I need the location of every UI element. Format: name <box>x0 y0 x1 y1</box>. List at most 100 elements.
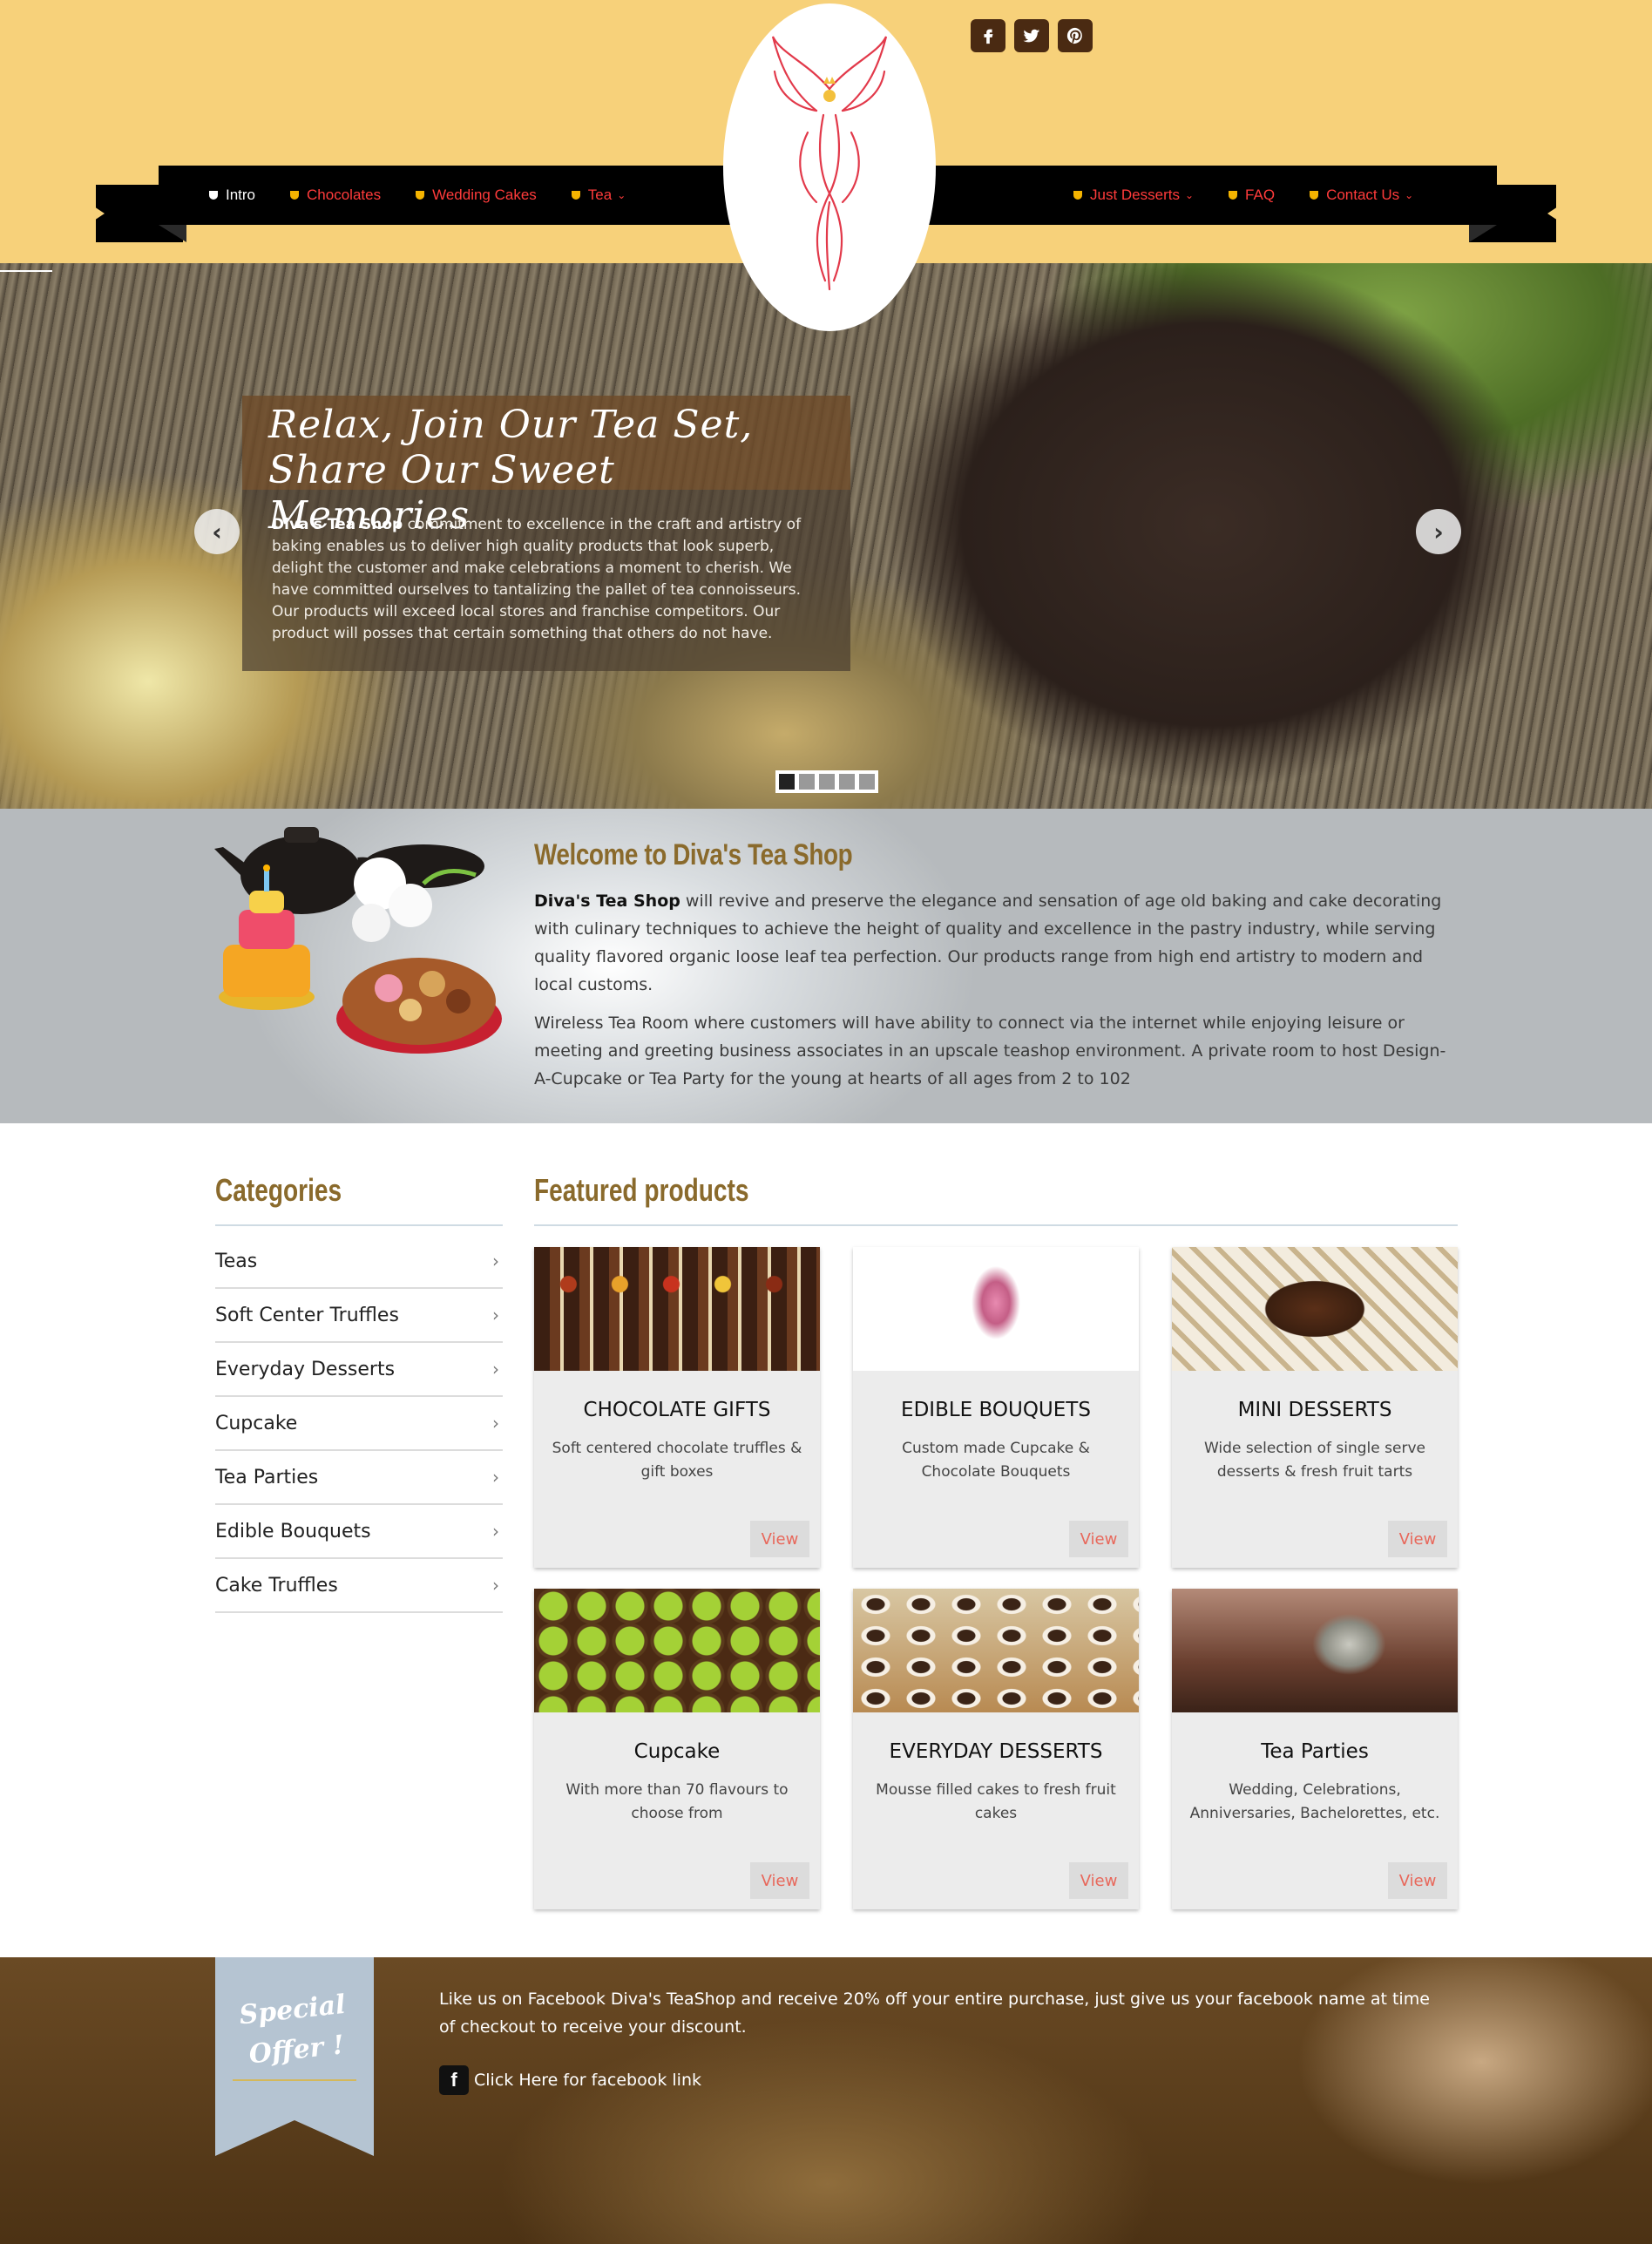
teacup-icon <box>571 191 580 200</box>
category-item-tea-parties[interactable]: Tea Parties › <box>215 1451 503 1505</box>
slider-dot[interactable] <box>799 774 815 790</box>
category-item-cupcake[interactable]: Cupcake › <box>215 1397 503 1451</box>
facebook-icon: f <box>439 2065 469 2095</box>
nav-item-label: Intro <box>226 186 256 203</box>
product-image[interactable] <box>853 1589 1139 1712</box>
facebook-link-label: Click Here for facebook link <box>474 2071 701 2090</box>
slider-next-button[interactable]: › <box>1416 509 1461 554</box>
product-image[interactable] <box>534 1589 820 1712</box>
view-button[interactable]: View <box>1069 1862 1128 1899</box>
category-label: Cake Truffles <box>215 1574 338 1597</box>
teacup-icon <box>1310 191 1319 200</box>
product-image[interactable] <box>534 1247 820 1371</box>
product-card-chocolate-gifts: CHOCOLATE GIFTS Soft centered chocolate t… <box>534 1247 820 1568</box>
product-image[interactable] <box>1172 1589 1458 1712</box>
facebook-icon[interactable] <box>971 19 1005 52</box>
categories-title: Categories <box>215 1172 342 1208</box>
pinterest-icon[interactable] <box>1058 19 1093 52</box>
product-title: Tea Parties <box>1261 1740 1369 1763</box>
product-description: Mousse filled cakes to fresh fruit cakes <box>876 1781 1116 1822</box>
social-links <box>971 19 1093 52</box>
welcome-paragraph-2: Wireless Tea Room where customers will h… <box>534 1014 1446 1088</box>
nav-item-wedding-cakes[interactable]: Wedding Cakes <box>416 186 537 204</box>
category-item-teas[interactable]: Teas › <box>215 1235 503 1289</box>
product-description: Wide selection of single serve desserts … <box>1204 1440 1425 1481</box>
chevron-down-icon: ⌄ <box>617 189 626 201</box>
teapot-cake-image <box>214 827 502 1054</box>
welcome-title: Welcome to Diva's Tea Shop <box>534 838 853 871</box>
category-item-edible-bouquets[interactable]: Edible Bouquets › <box>215 1505 503 1559</box>
slider-dot[interactable] <box>839 774 855 790</box>
hero-brand: Diva's Tea Shop <box>272 516 403 533</box>
view-button[interactable]: View <box>1069 1521 1128 1557</box>
teacup-icon <box>290 191 300 200</box>
nav-right-group: Just Desserts ⌄ FAQ Contact Us ⌄ <box>1073 166 1413 225</box>
nav-left-group: Intro Chocolates Wedding Cakes Tea ⌄ <box>209 166 626 225</box>
slider-dot[interactable] <box>819 774 835 790</box>
site-logo[interactable] <box>723 3 936 331</box>
welcome-brand: Diva's Tea Shop <box>534 891 680 911</box>
nav-item-faq[interactable]: FAQ <box>1229 186 1275 204</box>
product-title: CHOCOLATE GIFTS <box>583 1399 771 1421</box>
slider-prev-button[interactable]: ‹ <box>194 509 240 554</box>
hero-text: Diva's Tea Shop commitment to excellence… <box>242 490 850 671</box>
welcome-body: Diva's Tea Shop will revive and preserve… <box>534 887 1458 1103</box>
product-title: EVERYDAY DESSERTS <box>889 1740 1103 1763</box>
special-offer-badge: Special Offer ! <box>215 1957 374 2156</box>
view-button[interactable]: View <box>750 1862 809 1899</box>
product-title: Cupcake <box>633 1740 721 1763</box>
product-description: With more than 70 flavours to choose fro… <box>565 1781 789 1822</box>
category-label: Cupcake <box>215 1412 298 1434</box>
nav-item-contact-us[interactable]: Contact Us ⌄ <box>1310 186 1413 204</box>
teacup-icon <box>1073 191 1082 200</box>
nav-item-tea[interactable]: Tea ⌄ <box>571 186 626 204</box>
categories-sidebar: Categories Teas › Soft Center Truffles › Eve… <box>215 1172 503 1613</box>
featured-products: Featured products CHOCOLATE GIFTS Soft ce… <box>534 1172 1458 1909</box>
product-card-edible-bouquets: EDIBLE BOUQUETS Custom made Cupcake & Cho… <box>853 1247 1139 1568</box>
product-card-tea-parties: Tea Parties Wedding, Celebrations, Annive… <box>1172 1589 1458 1909</box>
category-label: Everyday Desserts <box>215 1358 396 1380</box>
welcome-paragraph-1: Diva's Tea Shop will revive and preserve… <box>534 891 1442 994</box>
product-card-cupcake: Cupcake With more than 70 flavours to cho… <box>534 1589 820 1909</box>
site-header: Intro Chocolates Wedding Cakes Tea ⌄ Just De… <box>0 0 1652 331</box>
hero-caption: Relax, Join Our Tea Set, Share Our Sweet… <box>242 396 850 671</box>
nav-item-just-desserts[interactable]: Just Desserts ⌄ <box>1073 186 1194 204</box>
chevron-right-icon: › <box>492 1413 499 1434</box>
category-label: Teas <box>215 1250 258 1272</box>
facebook-link[interactable]: f Click Here for facebook link <box>439 2065 701 2095</box>
view-button[interactable]: View <box>1388 1521 1447 1557</box>
category-item-everyday-desserts[interactable]: Everyday Desserts › <box>215 1343 503 1397</box>
product-image[interactable] <box>1172 1247 1458 1371</box>
slider-dot[interactable] <box>859 774 875 790</box>
teacup-icon <box>209 191 218 200</box>
nav-item-chocolates[interactable]: Chocolates <box>290 186 381 204</box>
product-card-mini-desserts: MINI DESSERTS Wide selection of single se… <box>1172 1247 1458 1568</box>
slider-pagination <box>775 770 878 793</box>
nav-item-label: Just Desserts <box>1090 186 1180 203</box>
categories-list: Teas › Soft Center Truffles › Everyday Desse… <box>215 1235 503 1613</box>
view-button[interactable]: View <box>1388 1862 1447 1899</box>
chevron-right-icon: › <box>492 1359 499 1380</box>
view-button[interactable]: View <box>750 1521 809 1557</box>
category-label: Tea Parties <box>215 1466 319 1488</box>
product-title: EDIBLE BOUQUETS <box>901 1399 1091 1421</box>
category-item-soft-center-truffles[interactable]: Soft Center Truffles › <box>215 1289 503 1343</box>
nav-item-intro[interactable]: Intro <box>209 186 255 204</box>
product-image[interactable] <box>853 1247 1139 1371</box>
nav-item-label: Tea <box>587 186 613 203</box>
hero-title: Relax, Join Our Tea Set, Share Our Sweet… <box>242 396 850 538</box>
welcome-section: Welcome to Diva's Tea Shop Diva's Tea Sh… <box>0 809 1652 1123</box>
slider-dot[interactable] <box>779 774 795 790</box>
chevron-right-icon: › <box>492 1467 499 1488</box>
category-label: Edible Bouquets <box>215 1520 371 1542</box>
twitter-icon[interactable] <box>1014 19 1049 52</box>
phoenix-logo-icon <box>771 36 888 291</box>
hero-body: commitment to excellence in the craft an… <box>272 516 802 642</box>
product-card-everyday-desserts: EVERYDAY DESSERTS Mousse filled cakes to … <box>853 1589 1139 1909</box>
product-description: Soft centered chocolate truffles & gift … <box>552 1440 802 1481</box>
chevron-right-icon: › <box>1433 517 1444 546</box>
offer-text: Like us on Facebook Diva's TeaShop and r… <box>439 1990 1430 2037</box>
hero-slider: Relax, Join Our Tea Set, Share Our Sweet… <box>0 263 1652 809</box>
category-item-cake-truffles[interactable]: Cake Truffles › <box>215 1559 503 1613</box>
chevron-down-icon: ⌄ <box>1184 189 1195 201</box>
